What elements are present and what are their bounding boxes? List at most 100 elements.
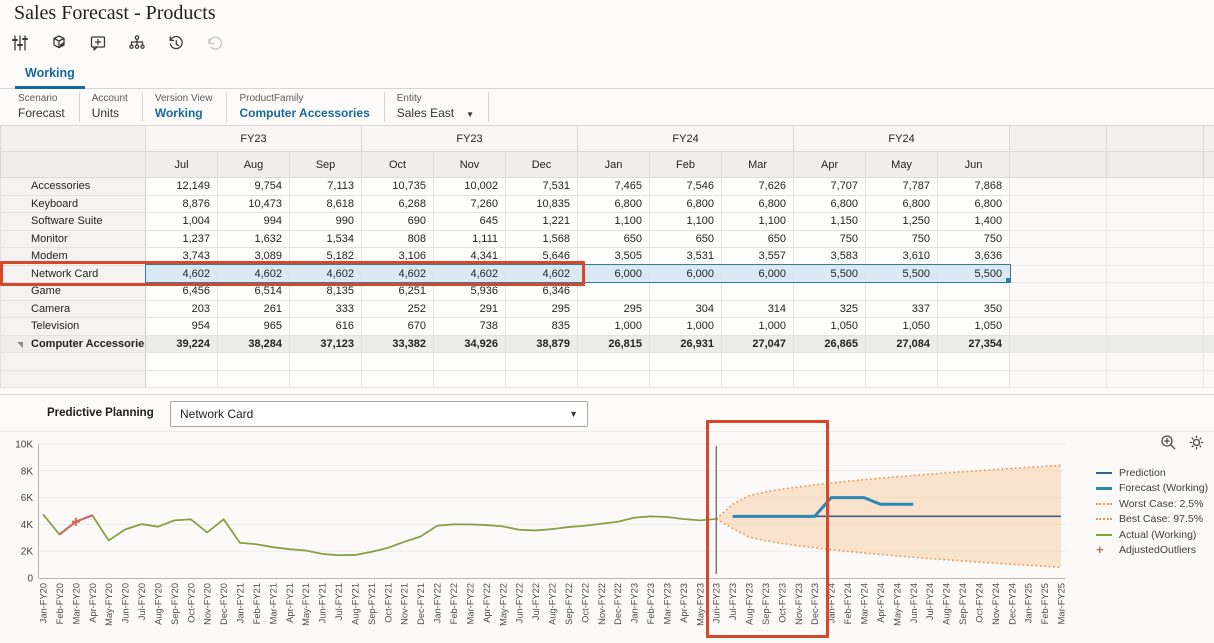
collapse-triangle-icon[interactable] (17, 341, 23, 348)
grid-cell[interactable]: 6,800 (577, 194, 651, 213)
grid-cell[interactable]: 7,868 (937, 177, 1011, 196)
grid-cell[interactable]: 5,500 (937, 264, 1011, 283)
grid-cell[interactable]: 650 (649, 229, 723, 248)
grid-cell[interactable]: 295 (505, 299, 579, 318)
grid-cell[interactable]: 27,084 (865, 334, 939, 353)
grid-cell[interactable]: 33,382 (361, 334, 435, 353)
grid-cell[interactable]: 350 (937, 299, 1011, 318)
row-label[interactable]: Camera (0, 299, 146, 318)
grid-cell[interactable]: 808 (361, 229, 435, 248)
grid-cell[interactable] (721, 282, 795, 301)
grid-cell[interactable]: 3,610 (865, 247, 939, 266)
grid-cell[interactable]: 3,557 (721, 247, 795, 266)
grid-cell[interactable]: 4,602 (361, 264, 435, 283)
grid-cell[interactable] (649, 282, 723, 301)
grid-cell[interactable]: 304 (649, 299, 723, 318)
zoom-in-icon[interactable] (1160, 434, 1177, 456)
pov-member-value[interactable]: Sales East ▼ (397, 106, 474, 120)
grid-cell[interactable]: 8,135 (288, 282, 363, 301)
grid-cell[interactable]: 6,800 (721, 194, 795, 213)
history-icon[interactable] (162, 30, 190, 56)
grid-cell[interactable]: 1,237 (145, 229, 218, 248)
grid-cell[interactable] (937, 282, 1011, 301)
grid-cell[interactable]: 337 (865, 299, 939, 318)
grid-cell[interactable]: 1,221 (505, 212, 579, 231)
grid-cell[interactable]: 1,000 (649, 317, 723, 336)
grid-cell[interactable]: 38,879 (505, 334, 579, 353)
row-label[interactable]: Keyboard (0, 194, 146, 213)
grid-cell[interactable]: 650 (577, 229, 651, 248)
row-label[interactable]: Network Card (0, 264, 146, 283)
grid-cell[interactable]: 1,100 (721, 212, 795, 231)
grid-cell[interactable]: 1,250 (865, 212, 939, 231)
grid-cell[interactable]: 3,505 (577, 247, 651, 266)
grid-cell[interactable]: 990 (288, 212, 363, 231)
grid-cell[interactable]: 6,800 (793, 194, 867, 213)
grid-cell[interactable]: 314 (721, 299, 795, 318)
pov-member-value[interactable]: Forecast (18, 106, 65, 120)
grid-cell[interactable]: 1,150 (793, 212, 867, 231)
grid-cell[interactable]: 1,050 (793, 317, 867, 336)
grid-cell[interactable] (865, 282, 939, 301)
grid-cell[interactable]: 6,800 (937, 194, 1011, 213)
grid-cell[interactable] (793, 282, 867, 301)
grid-cell[interactable]: 6,800 (649, 194, 723, 213)
grid-cell[interactable]: 1,568 (505, 229, 579, 248)
grid-cell[interactable]: 6,251 (361, 282, 435, 301)
grid-cell[interactable]: 690 (361, 212, 435, 231)
grid-cell[interactable]: 616 (288, 317, 363, 336)
grid-cell[interactable]: 6,000 (577, 264, 651, 283)
grid-cell[interactable]: 6,346 (505, 282, 579, 301)
pov-item-version-view[interactable]: Version View Working (143, 92, 228, 122)
grid-cell[interactable]: 1,000 (721, 317, 795, 336)
grid-cell[interactable]: 750 (793, 229, 867, 248)
grid-cell[interactable]: 261 (217, 299, 290, 318)
grid-cell[interactable]: 7,531 (505, 177, 579, 196)
grid-cell[interactable]: 3,531 (649, 247, 723, 266)
grid-cell[interactable]: 8,876 (145, 194, 218, 213)
chevron-down-icon[interactable]: ▼ (466, 110, 474, 119)
grid-cell[interactable]: 1,004 (145, 212, 218, 231)
grid-cell[interactable]: 39,224 (145, 334, 218, 353)
pov-item-account[interactable]: Account Units (80, 92, 143, 122)
grid-cell[interactable]: 1,000 (577, 317, 651, 336)
tab-working[interactable]: Working (15, 64, 85, 89)
grid-cell[interactable]: 38,284 (217, 334, 290, 353)
grid-cell[interactable]: 670 (361, 317, 435, 336)
grid-cell[interactable]: 3,583 (793, 247, 867, 266)
grid-cell[interactable]: 26,865 (793, 334, 867, 353)
grid-cell[interactable]: 4,341 (433, 247, 507, 266)
settings-gear-icon[interactable] (1188, 434, 1205, 456)
grid-cell[interactable]: 9,754 (217, 177, 290, 196)
grid-cell[interactable]: 4,602 (145, 264, 218, 283)
row-label[interactable]: Game (0, 282, 146, 301)
add-comment-icon[interactable] (84, 30, 112, 56)
hierarchy-icon[interactable] (123, 30, 151, 56)
grid-cell[interactable]: 7,546 (649, 177, 723, 196)
pov-member-value[interactable]: Units (92, 106, 128, 120)
grid-cell[interactable]: 4,602 (505, 264, 579, 283)
grid-cell[interactable]: 5,646 (505, 247, 579, 266)
grid-cell[interactable]: 27,354 (937, 334, 1011, 353)
grid-cell[interactable]: 10,473 (217, 194, 290, 213)
grid-cell[interactable]: 10,835 (505, 194, 579, 213)
adjust-sliders-icon[interactable] (6, 30, 34, 56)
grid-cell[interactable]: 3,636 (937, 247, 1011, 266)
grid-cell[interactable]: 34,926 (433, 334, 507, 353)
grid-cell[interactable]: 7,113 (288, 177, 363, 196)
grid-cell[interactable]: 10,002 (433, 177, 507, 196)
grid-cell[interactable]: 7,260 (433, 194, 507, 213)
row-label[interactable]: Accessories (0, 177, 146, 196)
pov-member-value[interactable]: Computer Accessories (239, 106, 369, 120)
grid-cell[interactable]: 6,000 (649, 264, 723, 283)
grid-cell[interactable]: 1,100 (577, 212, 651, 231)
grid-cell[interactable]: 8,618 (288, 194, 363, 213)
grid-cell[interactable]: 5,500 (865, 264, 939, 283)
pov-item-productfamily[interactable]: ProductFamily Computer Accessories (227, 92, 385, 122)
grid-cell[interactable]: 4,602 (288, 264, 363, 283)
grid-cell[interactable]: 291 (433, 299, 507, 318)
grid-cell[interactable]: 6,268 (361, 194, 435, 213)
grid-cell[interactable]: 7,465 (577, 177, 651, 196)
pov-member-value[interactable]: Working (155, 106, 213, 120)
grid-cell[interactable]: 12,149 (145, 177, 218, 196)
